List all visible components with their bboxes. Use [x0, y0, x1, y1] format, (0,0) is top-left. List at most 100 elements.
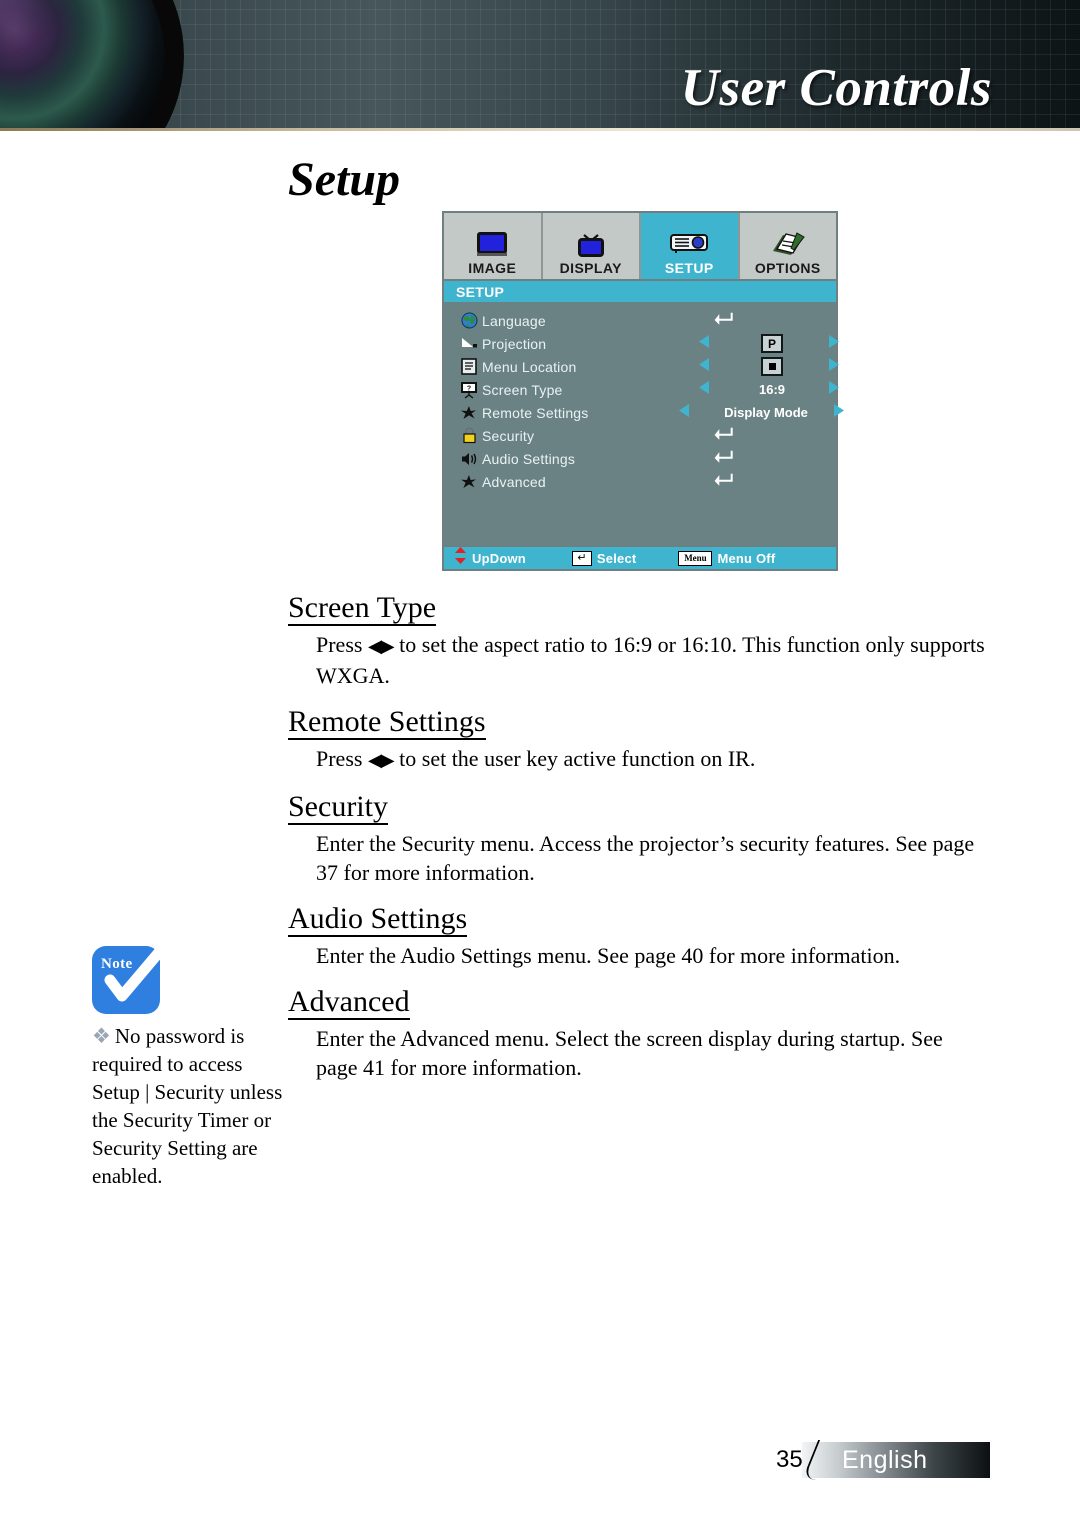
osd-tab-setup[interactable]: SETUP [641, 213, 740, 279]
right-arrow-icon[interactable] [828, 380, 840, 400]
header-title: User Controls [680, 59, 992, 117]
osd-row-audio-settings[interactable]: Audio Settings [444, 447, 836, 470]
enter-arrow-icon [714, 450, 733, 468]
osd-row-label: Audio Settings [482, 450, 576, 467]
section-security: Security Enter the Security menu. Access… [288, 791, 988, 887]
osd-row-label: Remote Settings [482, 404, 589, 421]
left-arrow-icon[interactable] [698, 357, 710, 377]
right-arrow-icon[interactable] [828, 357, 840, 377]
section-heading: Screen Type [288, 591, 437, 626]
osd-row-label: Advanced [482, 473, 546, 490]
osd-row-screen-type[interactable]: ? Screen Type 16:9 [444, 378, 839, 401]
enter-key-icon: ↵ [571, 550, 592, 566]
osd-tab-image[interactable]: IMAGE [444, 213, 543, 279]
osd-row-control[interactable] [678, 309, 836, 332]
section-body: Enter the Security menu. Access the proj… [316, 831, 975, 885]
osd-row-remote-settings[interactable]: Remote Settings Display Mode [444, 401, 844, 424]
screen-type-value: 16:9 [758, 382, 786, 397]
menu-key-icon: Menu [678, 550, 713, 566]
section-body-pre: Press [316, 746, 368, 771]
projection-icon [456, 336, 482, 351]
section-heading: Remote Settings [288, 705, 486, 740]
content-sections: Screen Type Press ◀▶ to set the aspect r… [288, 592, 988, 1098]
osd-section-header: SETUP [444, 281, 836, 302]
section-screen-type: Screen Type Press ◀▶ to set the aspect r… [288, 592, 988, 690]
note-text: ❖ No password is required to access Setup… [92, 1022, 292, 1190]
note-bullet-icon: ❖ [92, 1024, 111, 1048]
osd-row-control[interactable]: Display Mode [678, 401, 844, 424]
footer-language: English [842, 1446, 928, 1474]
osd-row-control[interactable] [678, 470, 836, 493]
osd-item-list: Language Projection P Menu Location ? Sc… [444, 302, 844, 493]
note-callout: Note ❖ No password is required to access … [92, 940, 292, 1190]
enter-arrow-icon [714, 473, 733, 491]
note-badge-icon: Note [92, 940, 172, 1014]
menu-location-value-box [761, 357, 783, 376]
page-title: Setup [288, 153, 401, 206]
section-body: Enter the Advanced menu. Select the scre… [316, 1026, 943, 1080]
osd-tab-options[interactable]: OPTIONS [739, 213, 836, 279]
updown-arrows-icon [454, 547, 467, 569]
remote-settings-value: Display Mode [724, 405, 808, 420]
osd-row-label: Screen Type [482, 381, 563, 398]
osd-row-control[interactable]: 16:9 [678, 378, 839, 401]
osd-row-control[interactable] [678, 447, 836, 470]
star-icon [456, 474, 482, 490]
left-arrow-icon[interactable] [698, 334, 710, 354]
osd-row-label: Projection [482, 335, 547, 352]
osd-row-control[interactable] [678, 355, 839, 378]
document-pen-icon [767, 227, 809, 261]
section-heading: Audio Settings [288, 902, 468, 937]
projection-value: P [767, 336, 776, 351]
osd-section-title: SETUP [456, 283, 505, 300]
left-arrow-icon[interactable] [678, 403, 690, 423]
right-arrow-icon[interactable] [828, 334, 840, 354]
osd-tab-label: DISPLAY [559, 260, 622, 276]
osd-row-control[interactable] [678, 424, 836, 447]
speaker-icon [456, 451, 482, 467]
left-arrow-icon[interactable] [698, 380, 710, 400]
projection-value-box: P [761, 334, 783, 353]
page-header: User Controls [0, 0, 1080, 130]
osd-row-label: Menu Location [482, 358, 577, 375]
osd-row-menu-location[interactable]: Menu Location [444, 355, 839, 378]
osd-row-security[interactable]: Security [444, 424, 836, 447]
status-label: UpDown [472, 550, 526, 566]
section-body-post: to set the user key active function on I… [393, 746, 756, 771]
osd-row-projection[interactable]: Projection P [444, 332, 839, 355]
svg-text:?: ? [467, 385, 471, 392]
page-number: 35 [776, 1446, 803, 1473]
header-divider [0, 128, 1080, 131]
section-advanced: Advanced Enter the Advanced menu. Select… [288, 986, 988, 1082]
section-body: Enter the Audio Settings menu. See page … [316, 943, 901, 968]
right-arrow-icon[interactable] [833, 403, 845, 423]
projector-icon [667, 227, 711, 261]
status-label: Menu Off [717, 550, 776, 566]
osd-tab-display[interactable]: DISPLAY [542, 213, 641, 279]
checkmark-icon [104, 940, 172, 1002]
center-position-marker [768, 363, 776, 370]
osd-row-label: Language [482, 312, 546, 329]
status-select: ↵ Select [571, 550, 637, 566]
section-heading: Advanced [288, 985, 410, 1020]
menu-page-icon [456, 358, 482, 375]
osd-row-control[interactable]: P [678, 332, 839, 355]
globe-icon [456, 312, 482, 329]
left-right-arrows-icon: ◀▶ [367, 636, 395, 656]
note-body: No password is required to access Setup … [92, 1024, 283, 1188]
osd-row-language[interactable]: Language [444, 309, 836, 332]
padlock-icon [456, 427, 482, 444]
osd-row-label: Security [482, 427, 535, 444]
section-audio-settings: Audio Settings Enter the Audio Settings … [288, 903, 988, 970]
screen-icon: ? [456, 381, 482, 399]
section-body: Press ◀▶ to set the user key active func… [316, 744, 988, 775]
section-body-post: to set the aspect ratio to 16:9 or 16:10… [316, 632, 985, 688]
osd-row-advanced[interactable]: Advanced [444, 470, 836, 493]
left-right-arrows-icon: ◀▶ [367, 750, 395, 770]
section-body-pre: Press [316, 632, 368, 657]
osd-tab-label: IMAGE [468, 260, 517, 276]
status-menu-off: Menu Menu Off [678, 550, 776, 566]
osd-tab-label: SETUP [664, 260, 714, 276]
status-updown: UpDown [454, 547, 526, 569]
enter-arrow-icon [714, 427, 733, 445]
